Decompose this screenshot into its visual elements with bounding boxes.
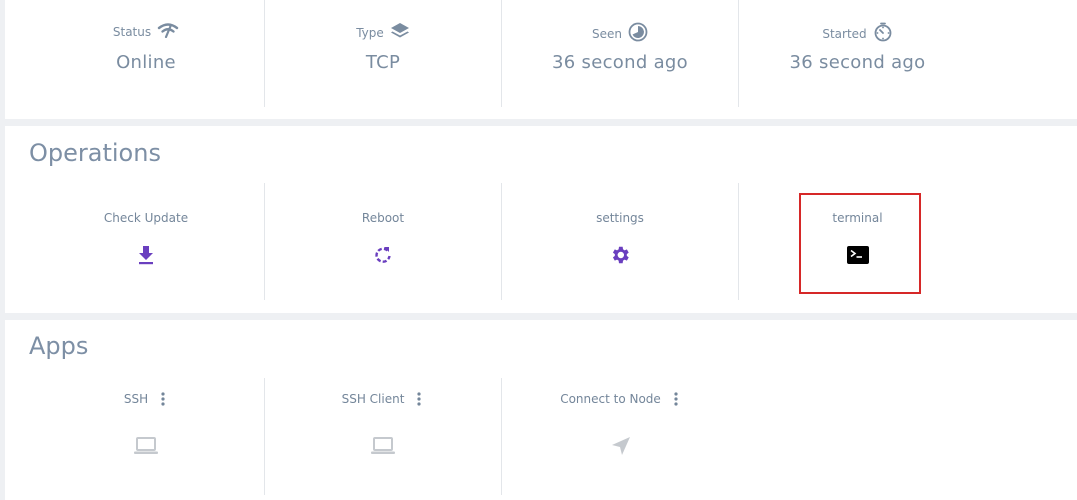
app-ssh-client[interactable]: SSH Client xyxy=(265,378,502,495)
kebab-menu-icon[interactable] xyxy=(158,391,168,407)
settings-button[interactable]: settings xyxy=(502,183,739,300)
apps-title: Apps xyxy=(29,332,89,360)
stat-seen: Seen 36 second ago xyxy=(502,0,739,107)
stat-label: Started xyxy=(822,27,867,41)
operations-title: Operations xyxy=(29,139,161,167)
op-label: Reboot xyxy=(361,211,405,225)
kebab-menu-icon[interactable] xyxy=(671,391,681,407)
kebab-menu-icon[interactable] xyxy=(414,391,424,407)
app-label: SSH xyxy=(123,392,149,406)
terminal-button[interactable]: terminal xyxy=(739,183,976,300)
op-label: Check Update xyxy=(103,211,189,225)
pie-clock-icon xyxy=(628,22,648,46)
reboot-button[interactable]: Reboot xyxy=(265,183,502,300)
stat-type: Type TCP xyxy=(265,0,502,107)
stopwatch-icon xyxy=(873,22,893,46)
gear-icon xyxy=(609,244,631,266)
stat-value: TCP xyxy=(365,52,401,73)
check-update-button[interactable]: Check Update xyxy=(28,183,265,300)
wifi-signal-icon xyxy=(157,22,179,42)
app-label: Connect to Node xyxy=(560,392,661,406)
laptop-icon xyxy=(370,435,396,457)
download-icon xyxy=(135,244,157,266)
stat-value: 36 second ago xyxy=(552,52,688,73)
app-label: SSH Client xyxy=(341,392,405,406)
stat-value: Online xyxy=(116,52,176,73)
status-card: Status Online Type TCP Seen 36 second ag… xyxy=(5,0,1077,119)
stat-value: 36 second ago xyxy=(789,52,926,73)
op-label: settings xyxy=(596,211,644,225)
stat-label: Type xyxy=(356,26,384,40)
send-arrow-icon xyxy=(608,435,634,457)
terminal-icon xyxy=(846,244,869,266)
stat-status: Status Online xyxy=(28,0,265,107)
stat-started: Started 36 second ago xyxy=(739,0,976,107)
apps-card: Apps SSH SSH Client Connect to Node xyxy=(5,320,1077,500)
op-label: terminal xyxy=(832,211,883,225)
operations-card: Operations Check Update Reboot settings … xyxy=(5,126,1077,313)
stat-label: Seen xyxy=(592,27,622,41)
reboot-icon xyxy=(372,244,394,266)
layers-icon xyxy=(390,22,410,44)
laptop-icon xyxy=(133,435,159,457)
app-connect-to-node[interactable]: Connect to Node xyxy=(502,378,739,495)
app-ssh[interactable]: SSH xyxy=(28,378,265,495)
stat-label: Status xyxy=(112,25,152,39)
